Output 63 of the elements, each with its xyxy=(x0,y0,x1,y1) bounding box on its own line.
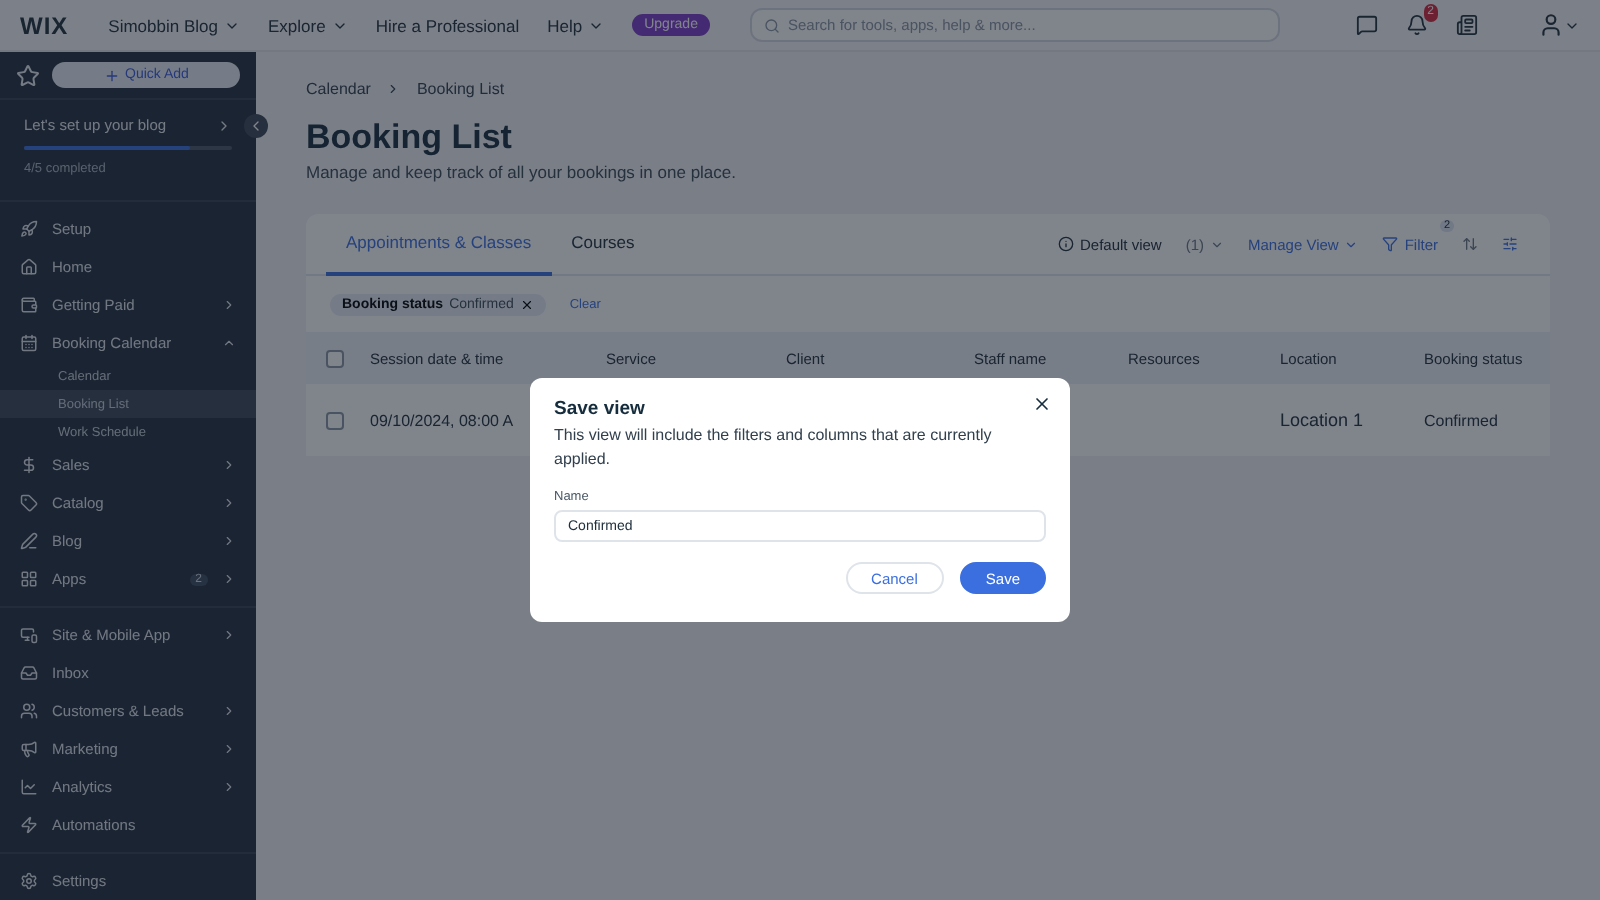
avatar-icon[interactable] xyxy=(1538,12,1564,38)
pen-icon xyxy=(20,532,38,550)
star-icon[interactable] xyxy=(16,63,40,87)
chevron-icon xyxy=(222,534,236,548)
chevron-left-icon xyxy=(248,118,264,134)
chevron-icon xyxy=(222,496,236,510)
dollar-icon xyxy=(20,456,38,474)
select-all-checkbox[interactable] xyxy=(326,349,344,367)
site-menu[interactable]: Simobbin Blog xyxy=(108,15,240,35)
close-icon xyxy=(1032,394,1052,414)
search-icon xyxy=(763,17,780,33)
lightning-icon xyxy=(20,816,38,834)
collapse-button[interactable] xyxy=(244,114,268,138)
calendar-icon xyxy=(20,334,38,352)
tab[interactable]: Courses xyxy=(551,213,655,275)
dialog-description: This view will include the filters and columns that are currently applied. xyxy=(554,424,994,472)
row-checkbox[interactable] xyxy=(326,411,344,429)
inbox-icon xyxy=(20,664,38,682)
table-cell-text: Confirmed xyxy=(1424,411,1500,429)
tag-icon xyxy=(20,494,38,512)
page-title: Booking List xyxy=(306,118,514,158)
chevron-icon xyxy=(222,298,236,312)
chevron-icon xyxy=(222,628,236,642)
nav-link[interactable]: Hire a Professional xyxy=(375,15,520,35)
breadcrumb-link[interactable]: Booking List xyxy=(416,80,505,98)
chat-icon[interactable] xyxy=(1356,14,1378,36)
newspaper-icon[interactable] xyxy=(1456,14,1478,36)
wallet-icon xyxy=(20,296,38,314)
grid-icon xyxy=(20,570,38,588)
notifications-icon[interactable] xyxy=(1406,14,1428,36)
house-icon xyxy=(20,258,38,276)
chevron-icon xyxy=(222,458,236,472)
close-button[interactable] xyxy=(1032,394,1052,414)
devices-icon xyxy=(20,626,38,644)
chevron-icon xyxy=(216,117,232,133)
info-icon xyxy=(1057,236,1074,252)
close-icon[interactable] xyxy=(519,297,534,311)
people-icon xyxy=(20,702,38,720)
wix-logo[interactable]: WIX xyxy=(20,11,69,39)
chevron-icon xyxy=(222,572,236,586)
table-cell-text: Location 1 xyxy=(1280,410,1366,430)
chart-icon xyxy=(20,778,38,796)
columns-icon[interactable] xyxy=(1502,236,1518,252)
chevron-icon xyxy=(222,742,236,756)
nav-link[interactable]: Explore xyxy=(267,15,348,35)
plus-icon xyxy=(103,67,120,83)
dialog-title: Save view xyxy=(554,398,647,420)
chevron-down-icon xyxy=(1344,237,1359,251)
nav-link[interactable]: Help xyxy=(547,15,605,35)
chevron-icon xyxy=(222,704,236,718)
megaphone-icon xyxy=(20,740,38,758)
page-subtitle: Manage and keep track of all your bookings in one place. xyxy=(306,162,738,182)
rocket-icon xyxy=(20,220,38,238)
filter-icon xyxy=(1382,236,1399,252)
chevron-up-icon xyxy=(222,336,236,350)
chevron-icon xyxy=(386,82,401,96)
table-cell-text: 09/10/2024, 08:00 A xyxy=(370,411,516,429)
settings-icon xyxy=(20,872,38,890)
sort-icon[interactable] xyxy=(1462,236,1478,252)
chevron-down-icon xyxy=(1210,237,1225,251)
tab[interactable]: Appointments & Classes xyxy=(326,213,552,275)
chevron-icon xyxy=(222,780,236,794)
breadcrumb-link[interactable]: Calendar xyxy=(306,80,371,98)
